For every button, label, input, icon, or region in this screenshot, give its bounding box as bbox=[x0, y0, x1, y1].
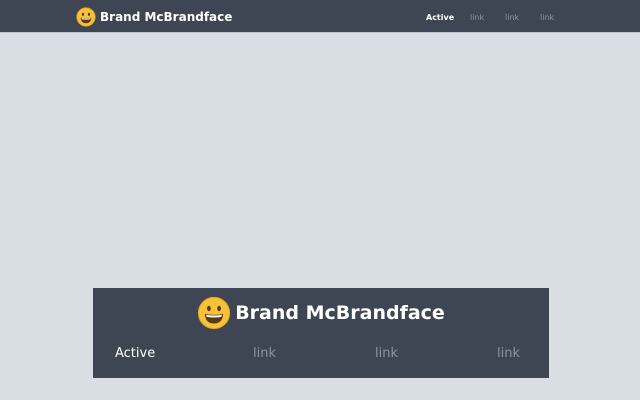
nav-item-link-1[interactable]: link bbox=[470, 10, 484, 26]
smiley-face-icon bbox=[197, 296, 231, 330]
smiley-face-icon bbox=[76, 7, 96, 27]
nav-item-link-2[interactable]: link bbox=[505, 10, 519, 26]
navbar-brand[interactable]: Brand McBrandface bbox=[76, 7, 232, 27]
card-brand[interactable]: Brand McBrandface bbox=[93, 296, 549, 330]
nav-item-link-3[interactable]: link bbox=[497, 346, 520, 362]
brand-name: Brand McBrandface bbox=[100, 10, 233, 24]
nav-item-link-3[interactable]: link bbox=[540, 10, 554, 26]
brand-name: Brand McBrandface bbox=[235, 302, 445, 324]
nav-item-active[interactable]: Active bbox=[426, 10, 454, 26]
brand-card: Brand McBrandface Active link link link bbox=[93, 288, 549, 378]
nav-item-link-1[interactable]: link bbox=[253, 346, 276, 362]
top-navbar: Brand McBrandface Active link link link bbox=[0, 0, 640, 32]
nav-item-active[interactable]: Active bbox=[115, 346, 155, 362]
nav-item-link-2[interactable]: link bbox=[375, 346, 398, 362]
